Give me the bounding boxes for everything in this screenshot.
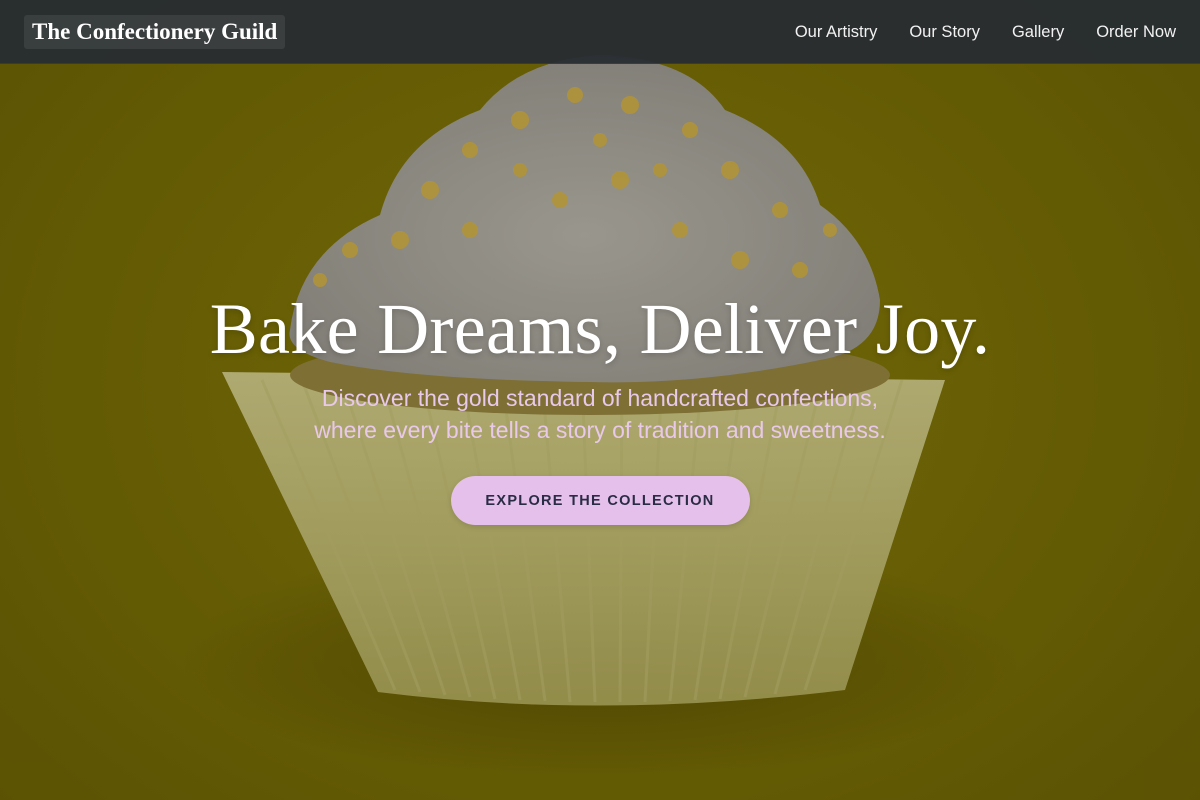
hero-subtitle: Discover the gold standard of handcrafte… bbox=[250, 382, 950, 446]
explore-collection-button[interactable]: EXPLORE THE COLLECTION bbox=[450, 476, 750, 525]
top-navigation-bar: The Confectionery Guild Our Artistry Our… bbox=[0, 0, 1200, 64]
nav-link-gallery[interactable]: Gallery bbox=[1012, 23, 1064, 42]
nav-links: Our Artistry Our Story Gallery Order Now bbox=[795, 0, 1176, 64]
hero-section: Bake Dreams, Deliver Joy. Discover the g… bbox=[0, 286, 1200, 525]
nav-link-order-now[interactable]: Order Now bbox=[1096, 23, 1176, 42]
hero-subtitle-line-2: where every bite tells a story of tradit… bbox=[314, 417, 886, 443]
nav-link-our-story[interactable]: Our Story bbox=[909, 23, 980, 42]
nav-link-our-artistry[interactable]: Our Artistry bbox=[795, 23, 878, 42]
brand-logo[interactable]: The Confectionery Guild bbox=[24, 15, 286, 49]
hero-subtitle-line-1: Discover the gold standard of handcrafte… bbox=[321, 385, 879, 411]
hero-title: Bake Dreams, Deliver Joy. bbox=[209, 289, 991, 369]
